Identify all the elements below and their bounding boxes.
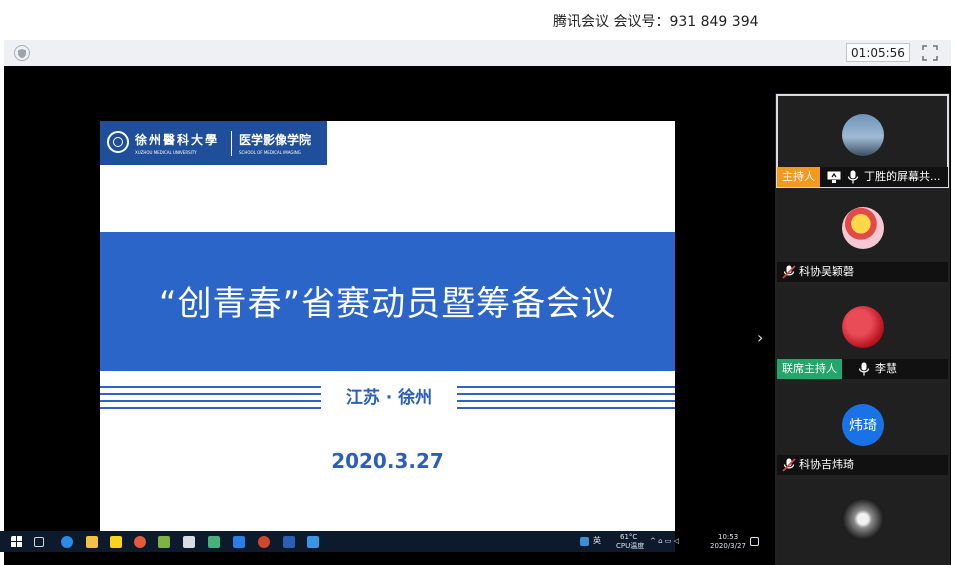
participant-info-bar: 科协吉炜琦	[777, 455, 948, 475]
stripe-left-3	[100, 400, 321, 402]
microphone-icon	[847, 170, 859, 184]
logo-school-name: 医学影像学院	[239, 133, 312, 147]
participant-name: 丁胜的屏幕共...	[864, 170, 941, 183]
avatar	[842, 498, 884, 540]
tray-app-icon	[580, 537, 589, 546]
stripe-left-2	[100, 393, 321, 395]
participant-name: 科协吉炜琦	[799, 458, 854, 471]
stripe-right-1	[457, 386, 675, 388]
meeting-title: 腾讯会议 会议号：931 849 394	[553, 14, 759, 30]
clock-time: 10:53	[718, 533, 739, 541]
participant-name: 李慧	[875, 362, 897, 375]
word-icon	[283, 536, 295, 548]
university-logo: 徐州醫科大學 XUZHOU MEDICAL UNIVERSITY 医学影像学院 …	[100, 121, 327, 165]
shared-windows-taskbar: 英 61°C CPU温度 ^ ⌂ ▭ ◁ 10:53 2020/3/27	[0, 531, 759, 552]
participant-video-list: 主持人 丁胜的屏幕共... 科协吴颖磬 联席主持人 李慧 炜琦 科协吉炜琦	[775, 93, 950, 565]
title-band: “创青春”省赛动员暨筹备会议	[100, 232, 675, 371]
chrome-browser-icon	[134, 536, 146, 548]
calendar-icon	[183, 536, 195, 548]
app-icon-green	[158, 536, 170, 548]
participant-tile[interactable]: 主持人 丁胜的屏幕共...	[776, 94, 949, 188]
avatar	[842, 114, 884, 156]
task-view-icon	[34, 537, 44, 547]
participant-tile[interactable]: 炜琦 科协吉炜琦	[777, 383, 948, 475]
stripe-right-3	[457, 400, 675, 402]
meeting-toolbar: 01:05:56	[4, 40, 951, 67]
avatar-initials: 炜琦	[849, 418, 877, 434]
tencent-meeting-icon	[233, 536, 245, 548]
logo-university-name-en: XUZHOU MEDICAL UNIVERSITY	[135, 150, 197, 155]
microphone-muted-icon	[782, 458, 796, 472]
participant-tile[interactable]: 联席主持人 李慧	[777, 287, 948, 379]
slide-location: 江苏 · 徐州	[345, 388, 433, 408]
microphone-muted-icon	[782, 265, 796, 279]
shield-icon[interactable]	[14, 45, 30, 61]
university-seal-icon	[107, 131, 129, 153]
participant-tile[interactable]: 科协吴颖磬	[777, 190, 948, 282]
participant-info-bar: 联席主持人 李慧	[777, 359, 948, 379]
slide-date: 2020.3.27	[331, 449, 444, 473]
logo-university-name: 徐州醫科大學	[135, 133, 220, 147]
logo-school-name-en: SCHOOL OF MEDICAL IMAGING	[239, 150, 301, 155]
clock-date: 2020/3/27	[710, 542, 746, 550]
cpu-temperature-label: CPU温度	[616, 542, 645, 550]
stripe-right-2	[457, 393, 675, 395]
participant-name: 科协吴颖磬	[799, 265, 854, 278]
windows-start-icon	[11, 536, 22, 547]
cpu-temperature: 61°C	[620, 533, 638, 541]
fullscreen-icon[interactable]	[921, 44, 939, 62]
co-host-badge: 联席主持人	[777, 359, 842, 379]
notification-center-icon	[750, 537, 759, 546]
sticky-notes-icon	[110, 536, 122, 548]
participant-info-bar: 科协吴颖磬	[777, 262, 948, 282]
participant-info-bar: 主持人 丁胜的屏幕共...	[777, 167, 948, 187]
stripe-left-1	[100, 386, 321, 388]
stripe-left-4	[100, 407, 321, 409]
image-app-icon	[208, 536, 220, 548]
logo-divider	[231, 131, 232, 156]
presentation-slide: 徐州醫科大學 XUZHOU MEDICAL UNIVERSITY 医学影像学院 …	[100, 121, 675, 531]
edge-browser-icon	[61, 536, 73, 548]
screen-share-icon	[827, 171, 841, 183]
powerpoint-icon	[258, 536, 270, 548]
avatar	[842, 207, 884, 249]
meeting-timer: 01:05:56	[846, 43, 910, 62]
system-tray-icons: ^ ⌂ ▭ ◁	[650, 537, 679, 545]
title-bar: 腾讯会议 会议号：931 849 394	[0, 0, 955, 40]
file-explorer-icon	[86, 536, 98, 548]
host-badge: 主持人	[777, 167, 820, 187]
ime-indicator: 英	[593, 536, 601, 545]
participant-tile[interactable]	[777, 479, 948, 565]
slide-headline: “创青春”省赛动员暨筹备会议	[158, 284, 617, 324]
chevron-right-icon[interactable]: ›	[757, 328, 763, 347]
avatar	[842, 306, 884, 348]
stripe-right-4	[457, 407, 675, 409]
avatar: 炜琦	[842, 404, 884, 446]
microphone-icon	[858, 362, 870, 376]
chart-app-icon	[307, 536, 319, 548]
